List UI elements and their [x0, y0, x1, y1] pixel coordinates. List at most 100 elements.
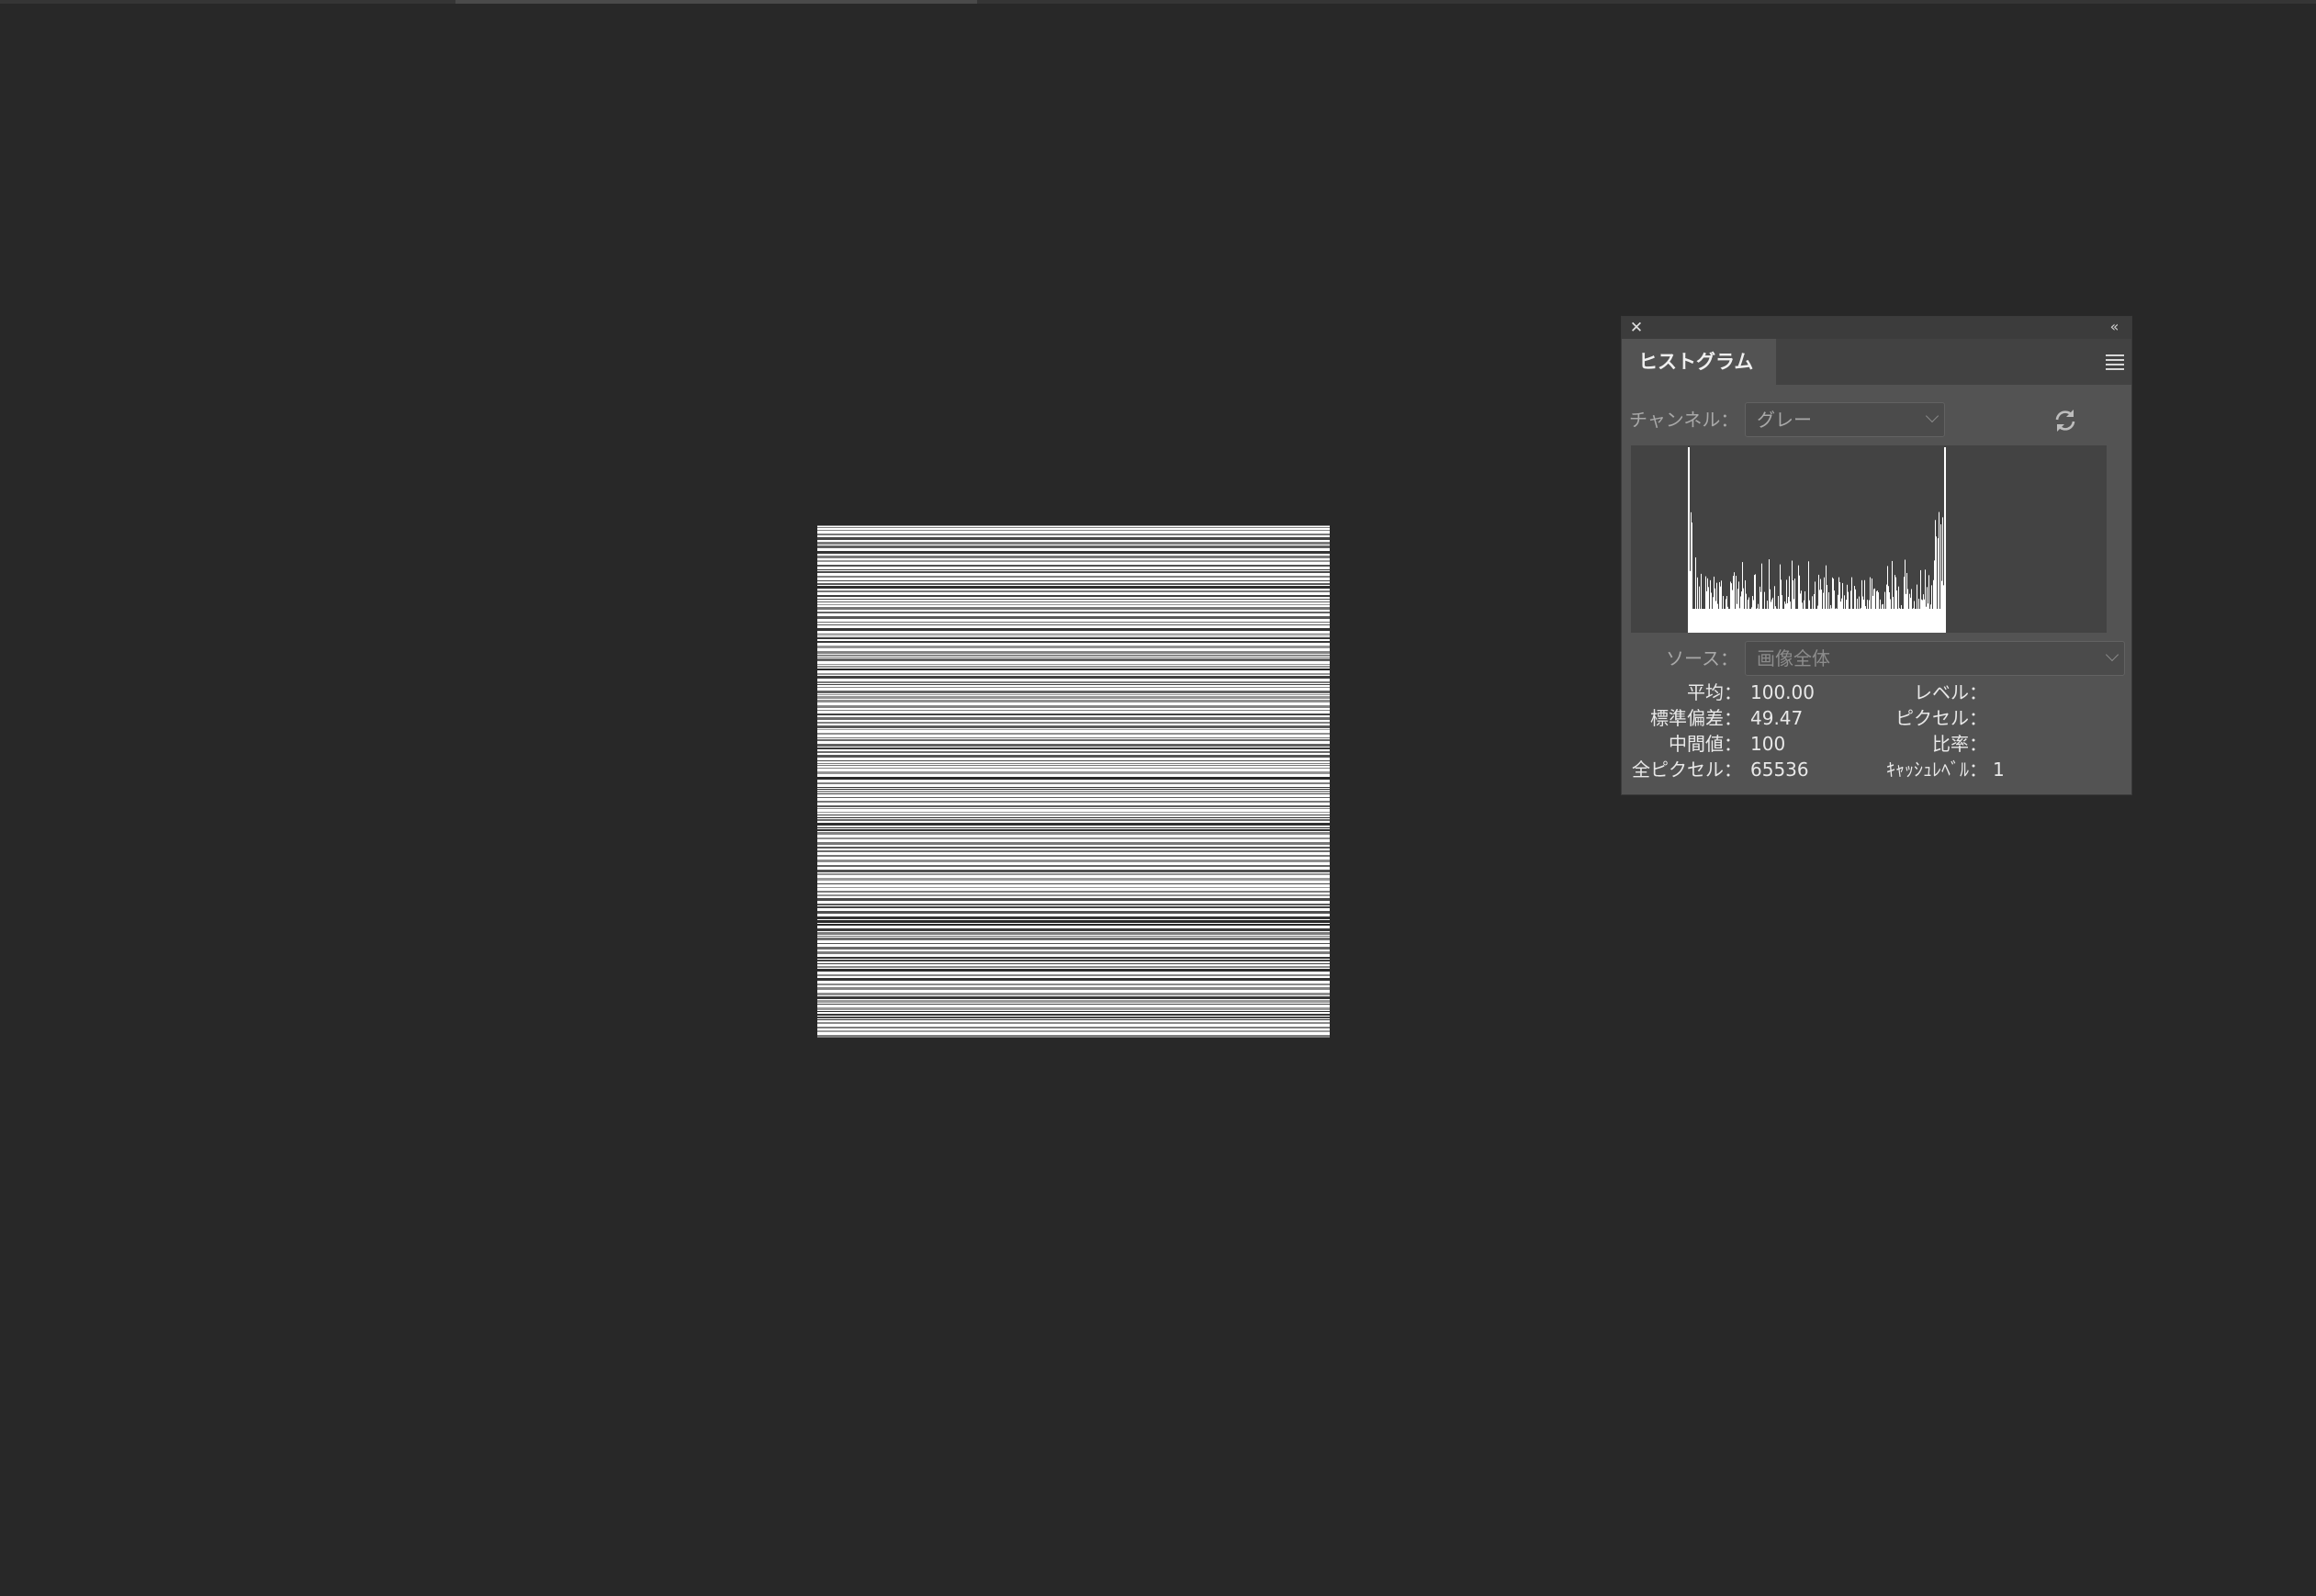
histogram-bar — [1764, 591, 1765, 633]
image-stripe — [817, 837, 1330, 839]
histogram-bar — [1695, 556, 1696, 633]
stat-stddev-label: 標準偏差： — [1650, 707, 1742, 729]
histogram-bar — [1721, 580, 1722, 633]
histogram-bar — [1772, 597, 1773, 633]
double-chevron-left-icon[interactable]: ‹‹ — [2102, 318, 2124, 336]
histogram-bar — [1742, 562, 1743, 633]
image-stripe — [817, 628, 1330, 631]
image-stripe — [817, 739, 1330, 741]
image-stripe — [817, 787, 1330, 788]
image-stripe — [817, 676, 1330, 679]
histogram-bar — [1824, 577, 1825, 633]
histogram-bar — [1774, 586, 1775, 633]
histogram-bar — [1878, 591, 1879, 633]
histogram-bar — [1888, 586, 1889, 633]
hamburger-menu-icon[interactable] — [2106, 354, 2124, 370]
histogram-bar — [1741, 591, 1742, 633]
image-stripe — [817, 1027, 1330, 1028]
histogram-bar — [1854, 585, 1855, 633]
source-select[interactable]: 画像全体 — [1745, 641, 2125, 676]
histogram-bar — [1801, 590, 1802, 633]
image-stripe — [817, 823, 1330, 826]
histogram-bar — [1785, 603, 1786, 633]
histogram-bar — [1907, 589, 1908, 633]
histogram-bar — [1848, 591, 1849, 633]
image-stripe — [817, 1035, 1330, 1038]
panel-titlebar[interactable]: ✕ ‹‹ — [1622, 317, 2131, 339]
image-stripe — [817, 722, 1330, 724]
histogram-bar — [1716, 582, 1717, 633]
histogram-bar — [1769, 559, 1770, 633]
tab-histogram[interactable]: ヒストグラム — [1622, 339, 1776, 385]
histogram-bar — [1713, 597, 1714, 633]
image-stripe — [817, 1011, 1330, 1012]
histogram-bar — [1869, 600, 1870, 633]
stat-stddev-value: 49.47 — [1750, 707, 1804, 729]
histogram-bar — [1889, 591, 1890, 633]
image-stripe — [817, 580, 1330, 581]
image-stripe — [817, 635, 1330, 636]
image-stripe — [817, 624, 1330, 625]
image-stripe — [817, 801, 1330, 803]
histogram-bar — [1862, 596, 1863, 633]
histogram-bar — [1859, 596, 1860, 633]
image-stripe — [817, 737, 1330, 738]
histogram-bar — [1786, 579, 1787, 633]
image-stripe — [817, 729, 1330, 730]
histogram-bar — [1790, 601, 1791, 633]
photoshop-workspace: ✕ ‹‹ ヒストグラム チャンネル： グレー ソース： 画像全体 平均： 100… — [0, 0, 2316, 1596]
source-select-value: 画像全体 — [1757, 647, 1830, 669]
image-stripe — [817, 681, 1330, 683]
image-stripe — [817, 987, 1330, 990]
close-icon[interactable]: ✕ — [1627, 319, 1646, 337]
image-stripe — [817, 928, 1330, 931]
image-stripe — [817, 996, 1330, 999]
striped-image — [817, 525, 1330, 1038]
histogram-bar — [1872, 595, 1873, 633]
image-stripe — [817, 673, 1330, 675]
histogram-bar — [1833, 579, 1834, 633]
histogram-bar — [1798, 565, 1799, 633]
image-stripe — [817, 873, 1330, 875]
image-stripe — [817, 545, 1330, 548]
histogram-bar — [1733, 576, 1734, 633]
image-stripe — [817, 938, 1330, 940]
image-stripe — [817, 850, 1330, 852]
histogram-bar — [1925, 569, 1926, 633]
histogram-bar — [1910, 597, 1911, 633]
document-canvas[interactable] — [817, 525, 1330, 1038]
document-tab-active[interactable] — [455, 0, 977, 4]
histogram-bar — [1688, 447, 1689, 633]
image-stripe — [817, 906, 1330, 908]
image-stripe — [817, 808, 1330, 809]
channel-select[interactable]: グレー — [1745, 402, 1945, 437]
histogram-bar — [1874, 588, 1875, 633]
histogram-bar — [1800, 593, 1801, 633]
histogram-bar — [1748, 597, 1749, 633]
image-stripe — [817, 1022, 1330, 1024]
histogram-bar — [1720, 586, 1721, 633]
channel-select-value: グレー — [1757, 409, 1812, 431]
histogram-bar — [1931, 585, 1932, 633]
source-label: ソース： — [1666, 647, 1738, 669]
histogram-bar — [1884, 591, 1885, 633]
chevron-down-icon — [2105, 647, 2119, 662]
histogram-bar — [1708, 587, 1709, 633]
image-stripe — [817, 576, 1330, 578]
refresh-icon[interactable] — [2052, 407, 2079, 434]
image-stripe — [817, 870, 1330, 872]
image-stripe — [817, 551, 1330, 554]
histogram-bar — [1890, 599, 1891, 633]
histogram-bar — [1776, 608, 1777, 633]
stat-median-label: 中間値： — [1669, 733, 1742, 755]
histogram-bar — [1817, 605, 1818, 633]
image-stripe — [817, 932, 1330, 935]
histogram-bar — [1896, 590, 1897, 633]
image-stripe — [817, 747, 1330, 749]
histogram-bar — [1699, 586, 1700, 633]
histogram-bar — [1734, 572, 1735, 633]
histogram-bar — [1746, 593, 1747, 633]
image-stripe — [817, 878, 1330, 881]
histogram-bar — [1926, 606, 1927, 633]
image-stripe — [817, 744, 1330, 747]
